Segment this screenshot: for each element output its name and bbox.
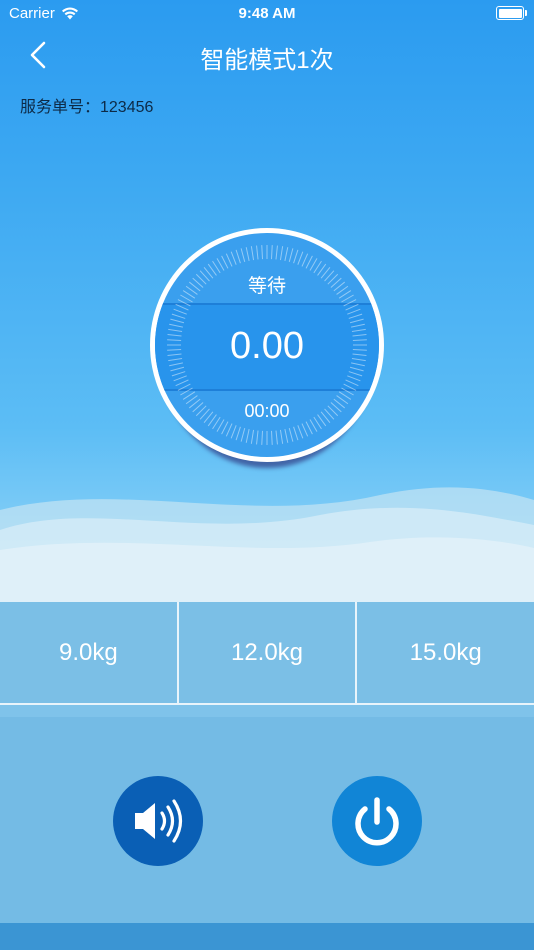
power-icon <box>355 797 399 846</box>
dial-tick <box>305 421 313 435</box>
dial-tick <box>341 387 354 396</box>
dial-tick <box>230 425 237 439</box>
dial-tick <box>245 429 250 443</box>
weight-options: 9.0kg 12.0kg 15.0kg <box>0 602 534 703</box>
dial-tick <box>288 427 294 442</box>
dial-tick <box>301 423 309 437</box>
dial-tick <box>225 253 233 267</box>
dial-tick <box>345 303 359 311</box>
dial-tick <box>284 429 289 443</box>
weight-option-12kg[interactable]: 12.0kg <box>176 602 356 703</box>
power-button[interactable] <box>332 776 422 866</box>
dial-tick <box>250 246 255 261</box>
dial-tick <box>271 245 273 260</box>
dial-tick <box>275 430 278 445</box>
dial-tick <box>271 430 273 445</box>
dial-tick <box>279 429 284 444</box>
dial-tick <box>301 253 309 267</box>
dial-tick <box>175 379 189 387</box>
dial-tick <box>245 247 250 261</box>
dial-tick <box>173 375 187 382</box>
control-panel-band <box>0 705 534 717</box>
page-title: 智能模式1次 <box>200 47 334 74</box>
dial-tick <box>297 425 304 439</box>
dial-tick <box>261 430 263 445</box>
dial-tick <box>288 248 294 263</box>
battery-icon <box>496 6 527 20</box>
dial-tick <box>216 258 225 271</box>
dial-tick <box>297 251 304 265</box>
dial-tick <box>348 371 363 377</box>
dial-face: 等待 0.00 00:00 <box>155 233 379 457</box>
dial-tick <box>240 248 246 263</box>
dial-tick <box>343 383 357 391</box>
dial-tick <box>225 423 233 437</box>
dial-tick <box>309 258 318 271</box>
weight-dial: 等待 0.00 00:00 <box>150 228 384 468</box>
dial-tick <box>345 379 359 387</box>
dial-tick <box>235 249 241 264</box>
dial-tick <box>177 383 191 391</box>
dial-tick <box>256 430 259 445</box>
dial-tick <box>279 246 284 261</box>
dial-tick <box>180 387 193 396</box>
dial-tick <box>348 313 363 319</box>
dial-tick <box>347 308 361 315</box>
clock: 9:48 AM <box>238 5 296 22</box>
dial-tick <box>256 245 259 260</box>
dial-tick <box>170 318 185 324</box>
dial-tick <box>343 299 357 307</box>
dial-tick <box>235 426 241 441</box>
dial-tick <box>305 255 313 269</box>
dial-tick <box>347 375 361 382</box>
dial-tick <box>177 299 191 307</box>
dial-tick <box>284 247 289 261</box>
control-panel <box>0 705 534 923</box>
dial-tick <box>221 255 229 269</box>
dial-tick <box>230 251 237 265</box>
dial-timer: 00:00 <box>244 401 290 421</box>
weight-option-15kg[interactable]: 15.0kg <box>355 602 534 703</box>
dial-tick <box>293 426 299 441</box>
dial-tick <box>250 429 255 444</box>
wave-decoration <box>0 487 534 605</box>
dial-value: 0.00 <box>230 325 304 367</box>
weight-option-9kg[interactable]: 9.0kg <box>0 602 177 703</box>
dial-ring: 等待 0.00 00:00 <box>150 228 384 462</box>
status-bar: Carrier 9:48 AM <box>0 0 534 28</box>
service-order-number: 服务单号：123456 <box>20 99 154 116</box>
dial-tick <box>261 245 263 260</box>
dial-tick <box>173 308 187 315</box>
dial-tick <box>171 371 186 377</box>
dial-tick <box>293 249 299 264</box>
speaker-icon <box>135 799 183 843</box>
dial-status-text: 等待 <box>247 276 286 297</box>
sound-button[interactable] <box>113 776 203 866</box>
dial-tick <box>349 318 364 324</box>
bottom-bar <box>0 923 534 950</box>
dial-tick <box>275 245 278 260</box>
dial-tick <box>175 303 189 311</box>
dial-tick <box>221 421 229 435</box>
dial-tick <box>240 427 246 442</box>
dial-tick <box>171 313 186 319</box>
nav-bar: 智能模式1次 <box>0 30 534 76</box>
